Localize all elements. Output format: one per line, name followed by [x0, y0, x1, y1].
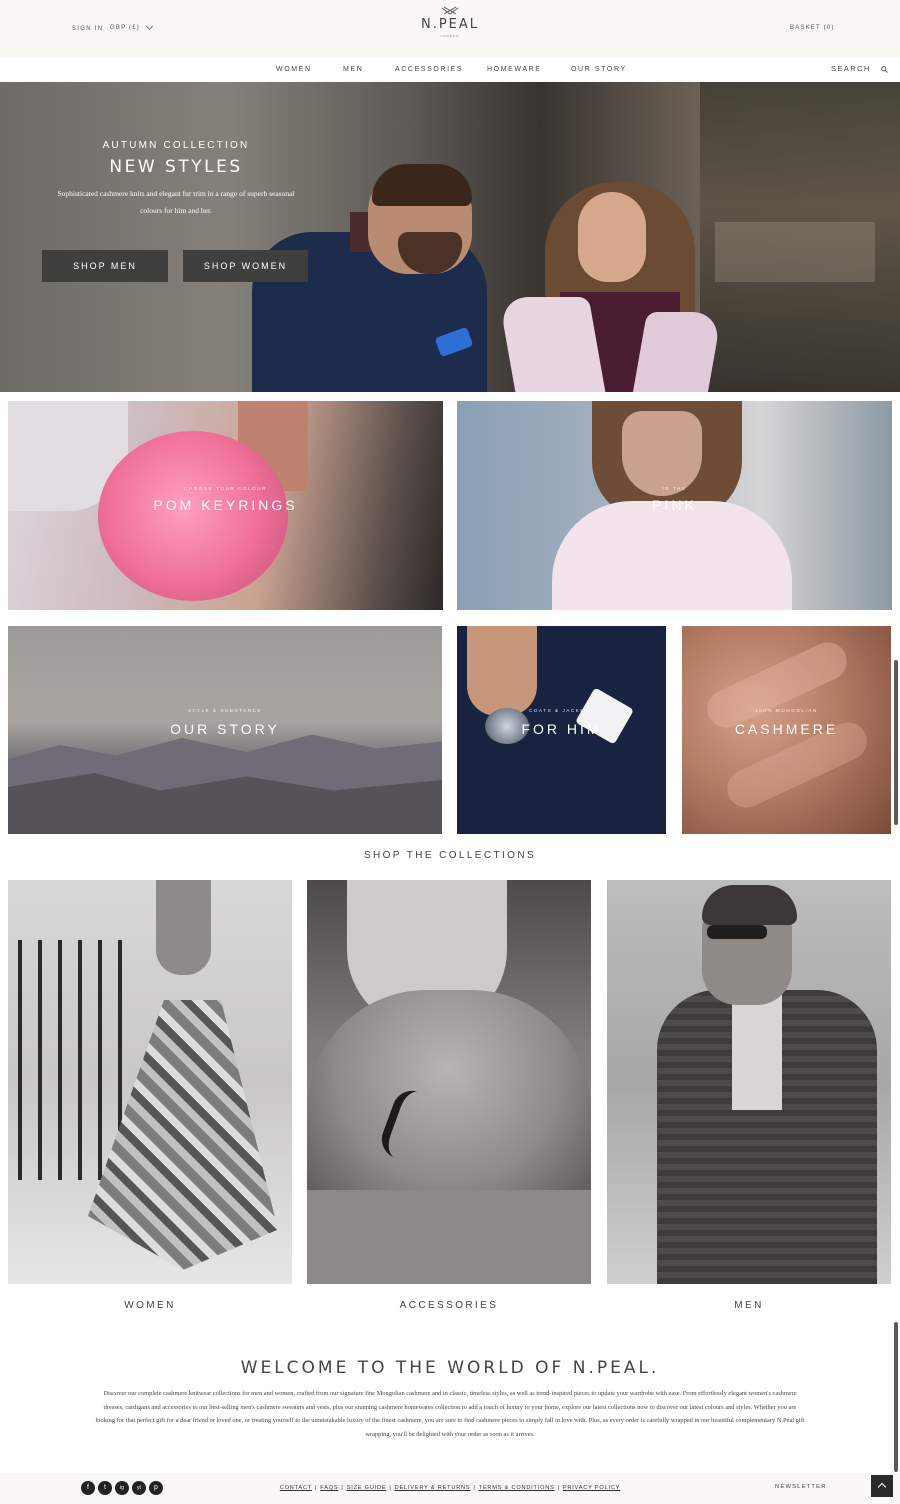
collections-heading: SHOP THE COLLECTIONS — [363, 850, 537, 861]
hero-kicker: AUTUMN COLLECTION — [102, 140, 250, 151]
basket-link[interactable]: BASKET (0) — [790, 25, 835, 31]
back-to-top-button[interactable] — [871, 1475, 893, 1497]
image-sunglasses — [707, 925, 767, 939]
hero-man-hair — [372, 164, 472, 206]
collection-women-link[interactable]: WOMEN — [8, 1300, 292, 1311]
facebook-icon[interactable]: f — [81, 1481, 95, 1495]
promo-tile-for-him[interactable]: COATS & JACKETS FOR HIM — [457, 626, 666, 834]
promo-tile-cashmere[interactable]: 100% MONGOLIAN CASHMERE — [682, 626, 891, 834]
tile-image-hand — [467, 626, 537, 716]
chevron-down-icon — [145, 22, 154, 31]
hero-text: AUTUMN COLLECTION NEW STYLES Sophisticat… — [40, 140, 312, 219]
nav-item-our-story[interactable]: OUR STORY — [571, 66, 627, 73]
logo[interactable]: N.PEAL LONDON — [400, 6, 500, 38]
footer-link-delivery-returns[interactable]: DELIVERY & RETURNS — [395, 1485, 471, 1491]
welcome-text: Discover our complete cashmere knitwear … — [95, 1390, 805, 1438]
promo-tile-pink[interactable]: IN THE PINK — [457, 401, 892, 610]
footer-link-contact[interactable]: CONTACT — [280, 1485, 312, 1491]
currency-label: GBP (£) — [110, 25, 140, 31]
footer-separator: | — [389, 1485, 392, 1491]
promo-kicker: COATS & JACKETS — [529, 708, 594, 713]
promo-kicker: CHOOSE YOUR COLOUR — [184, 486, 267, 491]
collection-accessories-image[interactable] — [307, 880, 591, 1284]
promo-kicker: STYLE & SUBSTANCE — [187, 708, 263, 713]
hero-banner[interactable] — [0, 82, 900, 392]
nav-item-men[interactable]: MEN — [343, 66, 363, 73]
promo-title: POM KEYRINGS — [153, 497, 298, 513]
logo-subtitle: LONDON — [440, 34, 460, 38]
tile-image-face — [622, 411, 702, 496]
tile-image-sweater — [552, 501, 792, 610]
welcome-heading: WELCOME TO THE WORLD OF N.PEAL. — [240, 1358, 660, 1378]
shop-women-button[interactable]: SHOP WOMEN — [183, 250, 308, 282]
footer-link-privacy[interactable]: PRIVACY POLICY — [563, 1485, 620, 1491]
footer-separator: | — [557, 1485, 560, 1491]
promo-tile-our-story[interactable]: STYLE & SUBSTANCE OUR STORY — [8, 626, 442, 834]
tile-image-knit — [700, 636, 854, 734]
search-link[interactable]: SEARCH — [831, 64, 871, 73]
top-bar: SIGN IN GBP (£) N.PEAL LONDON BASKET (0) — [0, 0, 900, 58]
youtube-icon[interactable]: yt — [132, 1481, 146, 1495]
pinterest-icon[interactable]: p — [149, 1481, 163, 1495]
nav-item-women[interactable]: WOMEN — [276, 66, 312, 73]
footer-separator: | — [341, 1485, 344, 1491]
footer-separator: | — [315, 1485, 318, 1491]
main-nav: WOMEN MEN ACCESSORIES HOMEWARE OUR STORY… — [0, 58, 900, 82]
promo-title: OUR STORY — [170, 721, 280, 737]
shop-men-button[interactable]: SHOP MEN — [42, 250, 168, 282]
instagram-icon[interactable]: ig — [115, 1481, 129, 1495]
footer: f t ig yt p CONTACT | FAQS | SIZE GUIDE | DELI… — [0, 1473, 900, 1504]
newsletter-link[interactable]: NEWSLETTER — [775, 1484, 827, 1490]
search-icon[interactable] — [881, 66, 888, 73]
scrollbar-thumb[interactable] — [894, 1322, 898, 1472]
nav-item-homeware[interactable]: HOMEWARE — [487, 66, 542, 73]
hero-title: NEW STYLES — [109, 157, 243, 177]
promo-title: FOR HIM — [521, 721, 602, 737]
hero-woman-face — [578, 192, 646, 282]
image-scarf — [732, 990, 782, 1110]
footer-links: CONTACT | FAQS | SIZE GUIDE | DELIVERY & RETUR… — [200, 1485, 700, 1491]
logo-crest-icon — [441, 6, 459, 15]
hero-description: Sophisticated cashmere knits and elegant… — [57, 189, 295, 215]
image-model — [156, 880, 211, 975]
tile-image-pom — [98, 431, 288, 601]
sign-in-link[interactable]: SIGN IN — [72, 26, 103, 32]
hero-woman-fur — [498, 297, 606, 392]
image-hair — [702, 885, 797, 925]
hero-woman-fur — [632, 312, 723, 392]
logo-text: N.PEAL — [420, 17, 480, 32]
hero-shop-sign — [715, 222, 875, 282]
promo-title: PINK — [652, 497, 697, 513]
nav-item-accessories[interactable]: ACCESSORIES — [395, 66, 463, 73]
collection-women-image[interactable] — [8, 880, 292, 1284]
image-railings — [18, 940, 128, 1180]
promo-kicker: IN THE — [662, 486, 687, 491]
chevron-up-icon — [877, 1482, 887, 1492]
footer-link-size-guide[interactable]: SIZE GUIDE — [347, 1485, 387, 1491]
collection-men-image[interactable] — [607, 880, 891, 1284]
collection-accessories-link[interactable]: ACCESSORIES — [307, 1300, 591, 1311]
currency-selector[interactable]: GBP (£) — [110, 22, 154, 31]
promo-tile-pom-keyrings[interactable]: CHOOSE YOUR COLOUR POM KEYRINGS — [8, 401, 443, 610]
twitter-icon[interactable]: t — [98, 1481, 112, 1495]
footer-link-faqs[interactable]: FAQS — [320, 1485, 338, 1491]
collection-men-link[interactable]: MEN — [607, 1300, 891, 1311]
scrollbar-thumb[interactable] — [894, 660, 898, 825]
promo-kicker: 100% MONGOLIAN — [755, 708, 818, 713]
image-fur-collar — [307, 990, 591, 1190]
footer-separator: | — [473, 1485, 476, 1491]
promo-title: CASHMERE — [734, 721, 839, 737]
footer-link-terms[interactable]: TERMS & CONDITIONS — [479, 1485, 555, 1491]
